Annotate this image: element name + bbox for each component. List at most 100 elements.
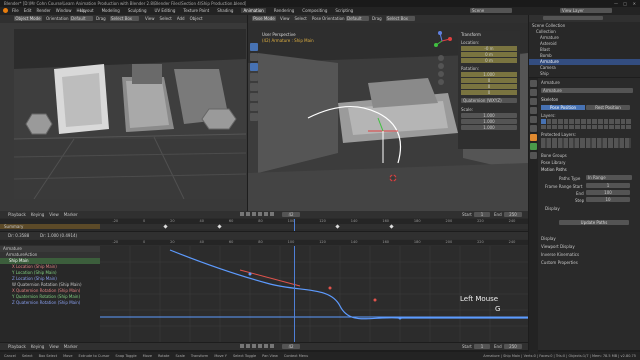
rotation-mode-dropdown[interactable]: Quaternion (WXYZ) — [461, 98, 517, 103]
close-icon[interactable]: ✕ — [633, 1, 636, 6]
perspective-toggle-icon[interactable] — [438, 79, 444, 85]
right-viewport[interactable]: Pose Mode View Select Pose Orientation D… — [248, 15, 528, 211]
tab-animation[interactable]: Animation — [241, 8, 266, 13]
play-icon[interactable] — [258, 344, 262, 348]
menu-marker[interactable]: Marker — [64, 212, 78, 217]
scene-tab-icon[interactable] — [530, 116, 537, 123]
menu-select[interactable]: Select — [160, 16, 172, 21]
menu-keying[interactable]: Keying — [31, 344, 44, 349]
pose-library-panel[interactable]: Pose Library — [541, 160, 566, 165]
annotate-tool-icon[interactable] — [250, 103, 258, 111]
select-tool-icon[interactable] — [250, 43, 258, 51]
location-z-field[interactable]: 0 m — [461, 58, 517, 63]
move-tool-icon[interactable] — [250, 63, 258, 71]
data-name-field[interactable]: Armature — [541, 88, 633, 93]
menu-view[interactable]: View — [280, 16, 290, 21]
pose-position-button[interactable]: Pose Position — [541, 105, 585, 110]
current-frame-field[interactable]: 42 — [282, 344, 300, 349]
menu-render[interactable]: Render — [36, 8, 50, 13]
minimize-icon[interactable]: — — [614, 1, 618, 6]
protected-layers-grid[interactable] — [541, 138, 631, 148]
motion-paths-panel[interactable]: Motion Paths — [541, 167, 567, 172]
navigation-gizmo[interactable] — [432, 31, 452, 51]
select-box-dropdown[interactable]: Select Box — [110, 16, 139, 21]
play-reverse-icon[interactable] — [252, 344, 256, 348]
location-x-field[interactable]: -0 m — [461, 46, 517, 51]
rest-position-button[interactable]: Rest Position — [586, 105, 630, 110]
scale-y-field[interactable]: 1.000 — [461, 119, 517, 124]
jump-end-icon[interactable] — [270, 344, 274, 348]
start-frame-field[interactable]: 1 — [474, 212, 490, 217]
keyframe[interactable] — [389, 224, 394, 229]
rotation-x-field[interactable]: 0 — [461, 78, 517, 83]
blender-logo-icon[interactable] — [3, 8, 8, 13]
menu-object[interactable]: Object — [190, 16, 203, 21]
rotation-w-field[interactable]: 1.000 — [461, 72, 517, 77]
orientation-dropdown[interactable]: Default — [346, 16, 369, 21]
skeleton-panel-title[interactable]: Skeleton — [541, 97, 558, 102]
orientation-dropdown[interactable]: Default — [70, 16, 93, 21]
summary-row[interactable]: Summary — [0, 224, 100, 229]
maximize-icon[interactable]: □ — [623, 1, 627, 6]
jump-end-icon[interactable] — [270, 212, 274, 216]
custom-properties-panel[interactable]: Custom Properties — [541, 260, 579, 265]
menu-view[interactable]: View — [49, 212, 59, 217]
next-keyframe-icon[interactable] — [264, 212, 268, 216]
summary-keyframes[interactable] — [100, 224, 528, 229]
start-frame-field[interactable]: 1 — [474, 344, 490, 349]
left-viewport[interactable]: Object Mode Orientation Default Drag Sel… — [0, 15, 247, 211]
world-tab-icon[interactable] — [530, 125, 537, 132]
zoom-icon[interactable] — [438, 55, 444, 61]
menu-edit[interactable]: Edit — [24, 8, 32, 13]
measure-tool-icon[interactable] — [250, 113, 258, 121]
tab-rendering[interactable]: Rendering — [274, 8, 294, 13]
view-layer-tab-icon[interactable] — [530, 107, 537, 114]
bone-tab-icon[interactable] — [530, 152, 537, 159]
menu-keying[interactable]: Keying — [31, 212, 44, 217]
camera-view-icon[interactable] — [438, 71, 444, 77]
object-tab-icon[interactable] — [530, 134, 537, 141]
mode-selector[interactable]: Object Mode — [14, 16, 42, 21]
menu-playback[interactable]: Playback — [8, 344, 26, 349]
rotate-tool-icon[interactable] — [250, 73, 258, 81]
graph-editor[interactable]: Dr: 0.3588 Dr: 1.000 (0.4914) -20 0 20 4… — [0, 232, 528, 342]
output-tab-icon[interactable] — [530, 98, 537, 105]
bone-layers-grid[interactable] — [541, 119, 631, 129]
jump-start-icon[interactable] — [240, 212, 244, 216]
viewport-display-panel[interactable]: Viewport Display — [541, 244, 579, 249]
end-frame-field[interactable]: 250 — [504, 212, 522, 217]
frame-range-start-field[interactable]: 1 — [586, 183, 630, 188]
inverse-kinematics-panel[interactable]: Inverse Kinematics — [541, 252, 579, 257]
pan-icon[interactable] — [438, 63, 444, 69]
render-tab-icon[interactable] — [530, 89, 537, 96]
tab-uv-editing[interactable]: UV Editing — [155, 8, 176, 13]
camera-view[interactable] — [14, 29, 246, 199]
current-frame-field[interactable]: 42 — [282, 212, 300, 217]
dopesheet-editor[interactable]: Playback Keying View Marker 42 Start 1 E… — [0, 211, 528, 231]
select-box-dropdown[interactable]: Select Box — [386, 16, 415, 21]
tab-scripting[interactable]: Scripting — [335, 8, 353, 13]
menu-marker[interactable]: Marker — [64, 344, 78, 349]
scene-selector[interactable]: Scene — [470, 8, 512, 13]
menu-window[interactable]: Window — [56, 8, 72, 13]
tab-compositing[interactable]: Compositing — [302, 8, 327, 13]
menu-playback[interactable]: Playback — [8, 212, 26, 217]
menu-view[interactable]: View — [49, 344, 59, 349]
view-layer-selector[interactable]: View Layer — [560, 8, 612, 13]
scale-tool-icon[interactable] — [250, 83, 258, 91]
outliner-search-input[interactable] — [543, 16, 603, 20]
step-field[interactable]: 10 — [586, 197, 630, 202]
menu-add[interactable]: Add — [177, 16, 185, 21]
menu-view[interactable]: View — [145, 16, 155, 21]
display-panel[interactable]: Display — [541, 236, 579, 241]
scale-z-field[interactable]: 1.000 — [461, 125, 517, 130]
prev-keyframe-icon[interactable] — [246, 212, 250, 216]
curve-area[interactable]: Left Mouse G — [100, 246, 528, 342]
next-keyframe-icon[interactable] — [264, 344, 268, 348]
paths-type-dropdown[interactable]: In Range — [586, 175, 632, 180]
keyframe[interactable] — [335, 224, 340, 229]
tab-sculpting[interactable]: Sculpting — [128, 8, 147, 13]
pose-mode-selector[interactable]: Pose Mode — [252, 16, 276, 21]
outliner-row[interactable]: Ship — [529, 71, 640, 77]
tab-shading[interactable]: Shading — [217, 8, 233, 13]
